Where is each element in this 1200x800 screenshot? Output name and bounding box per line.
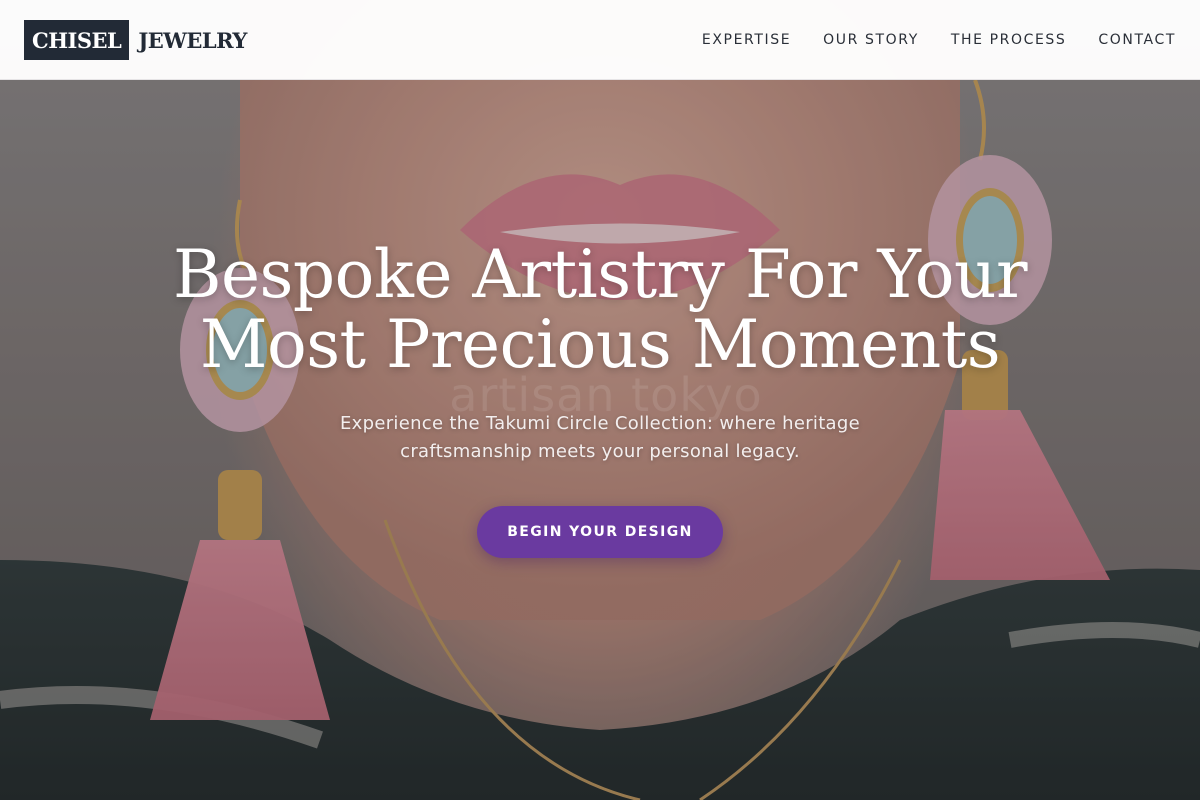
hero-headline-line-1: Bespoke Artistry For Your [172, 236, 1028, 313]
site-header: CHISEL JEWELRY EXPERTISE OUR STORY THE P… [0, 0, 1200, 80]
nav-link-expertise[interactable]: EXPERTISE [702, 32, 791, 48]
hero-subtext-line-1: Experience the Takumi Circle Collection:… [339, 413, 860, 434]
hero-headline-line-2: Most Precious Moments [199, 306, 1001, 383]
hero-subtext-line-2: craftsmanship meets your personal legacy… [400, 441, 800, 462]
logo-word-chisel: CHISEL [24, 20, 130, 60]
hero-background-image: artisan tokyo [0, 0, 1200, 800]
nav-link-contact[interactable]: CONTACT [1098, 32, 1176, 48]
brand-logo[interactable]: CHISEL JEWELRY [24, 20, 247, 60]
hero-headline: Bespoke Artistry For Your Most Precious … [100, 240, 1100, 380]
hero-subtext: Experience the Takumi Circle Collection:… [300, 410, 900, 466]
main-navigation: EXPERTISE OUR STORY THE PROCESS CONTACT [702, 0, 1176, 80]
logo-word-jewelry: JEWELRY [138, 27, 247, 53]
nav-link-our-story[interactable]: OUR STORY [823, 32, 919, 48]
begin-your-design-button[interactable]: BEGIN YOUR DESIGN [477, 506, 723, 558]
nav-link-the-process[interactable]: THE PROCESS [951, 32, 1067, 48]
